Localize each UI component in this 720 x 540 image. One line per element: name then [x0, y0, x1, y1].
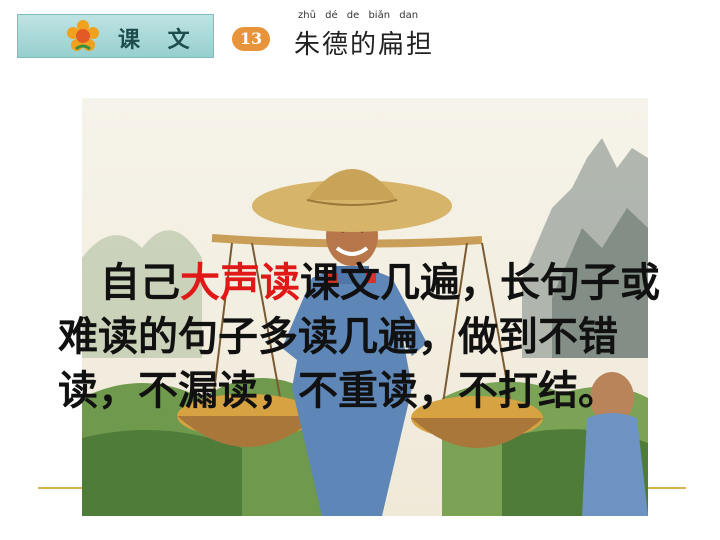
lesson-title: 朱德的扁担	[294, 30, 435, 60]
flower-icon	[67, 20, 99, 51]
instruction-lead: 自己	[100, 260, 180, 306]
decorative-rule-right	[648, 487, 686, 489]
reading-instruction: 自己大声读课文几遍，长句子或难读的句子多读几遍，做到不错读，不漏读，不重读，不打…	[58, 256, 684, 418]
instruction-highlight: 大声读	[180, 260, 300, 306]
decorative-rule-left	[38, 487, 82, 489]
lesson-type-tag: 课 文	[17, 14, 214, 58]
lesson-type-label: 课 文	[118, 28, 200, 53]
title-pinyin: zhū dé de biǎn dan	[298, 10, 419, 21]
lesson-number-badge: 13	[232, 27, 270, 51]
